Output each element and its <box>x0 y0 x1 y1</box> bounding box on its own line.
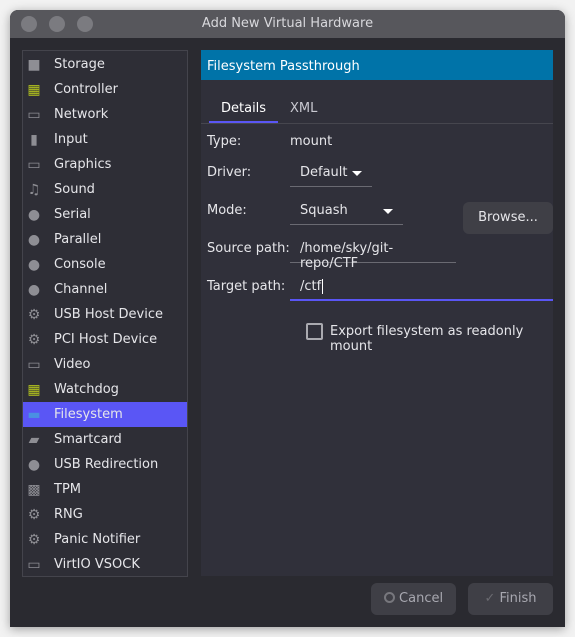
sidebar-item-graphics[interactable]: ▭ Graphics <box>23 152 187 177</box>
check-icon: ✓ <box>484 591 496 606</box>
driver-label: Driver: <box>207 165 252 180</box>
readonly-checkbox[interactable] <box>306 323 323 340</box>
sidebar-item-label: Storage <box>54 57 105 72</box>
source-path-value: /home/sky/git-repo/CTF <box>300 241 394 271</box>
network-icon: ▭ <box>27 556 41 573</box>
mode-value: Squash <box>300 203 348 218</box>
mouse-icon: ▮ <box>30 131 38 148</box>
readonly-label[interactable]: Export filesystem as readonly mount <box>330 324 553 354</box>
driver-dropdown[interactable]: Default <box>290 157 372 187</box>
storage-icon: ■ <box>27 56 41 73</box>
tab-details[interactable]: Details <box>209 101 279 123</box>
sidebar-item-input[interactable]: ▮ Input <box>23 127 187 152</box>
finish-button[interactable]: ✓ Finish <box>468 583 553 615</box>
cancel-button[interactable]: Cancel <box>371 583 456 615</box>
sidebar-item-label: Panic Notifier <box>54 532 141 547</box>
sidebar-item-smartcard[interactable]: ▰ Smartcard <box>23 427 187 452</box>
sidebar-item-label: Watchdog <box>54 382 119 397</box>
sidebar-item-pci-host-device[interactable]: ⚙ PCI Host Device <box>23 327 187 352</box>
sound-icon: ♫ <box>27 181 41 198</box>
driver-value: Default <box>300 165 348 180</box>
globe-icon: ● <box>27 206 41 223</box>
sidebar-item-label: Serial <box>54 207 91 222</box>
sidebar-item-label: Network <box>54 107 109 122</box>
sidebar-item-storage[interactable]: ■ Storage <box>23 52 187 77</box>
tab-xml[interactable]: XML <box>290 101 317 116</box>
sidebar-item-video[interactable]: ▭ Video <box>23 352 187 377</box>
sidebar-item-label: Video <box>54 357 91 372</box>
controller-icon: ▦ <box>27 381 41 398</box>
sidebar-item-watchdog[interactable]: ▦ Watchdog <box>23 377 187 402</box>
chip-icon: ▩ <box>27 481 41 498</box>
source-path-label: Source path: <box>207 241 290 256</box>
type-value: mount <box>290 134 333 149</box>
gear-icon: ⚙ <box>27 306 41 323</box>
sidebar-item-usb-host-device[interactable]: ⚙ USB Host Device <box>23 302 187 327</box>
sidebar-item-label: RNG <box>54 507 83 522</box>
mode-dropdown[interactable]: Squash <box>290 195 403 225</box>
sidebar-item-label: Input <box>54 132 88 147</box>
window-title: Add New Virtual Hardware <box>201 16 374 31</box>
gear-icon: ⚙ <box>27 506 41 523</box>
folder-icon: ▬ <box>27 406 41 423</box>
sidebar-item-parallel[interactable]: ● Parallel <box>23 227 187 252</box>
hardware-list[interactable]: ■ Storage ▦ Controller ▭ Network ▮ Input ▭ Graphi… <box>22 50 188 577</box>
gear-icon: ⚙ <box>27 531 41 548</box>
details-pane: Filesystem Passthrough Details XML Type:… <box>201 50 553 576</box>
sidebar-item-serial[interactable]: ● Serial <box>23 202 187 227</box>
browse-button[interactable]: Browse... <box>463 202 553 234</box>
sidebar-item-label: USB Host Device <box>54 307 164 322</box>
chevron-down-icon <box>352 171 362 176</box>
sidebar-item-label: USB Redirection <box>54 457 159 472</box>
sidebar-item-network[interactable]: ▭ Network <box>23 102 187 127</box>
dialog-window: Add New Virtual Hardware ■ Storage ▦ Contro… <box>10 10 565 627</box>
sidebar-item-filesystem[interactable]: ▬ Filesystem <box>23 402 187 427</box>
sidebar-item-label: Console <box>54 257 106 272</box>
sidebar-item-rng[interactable]: ⚙ RNG <box>23 502 187 527</box>
mode-label: Mode: <box>207 203 247 218</box>
sidebar-item-console[interactable]: ● Console <box>23 252 187 277</box>
globe-icon: ● <box>27 256 41 273</box>
globe-icon: ● <box>27 281 41 298</box>
monitor-icon: ▭ <box>27 156 41 173</box>
controller-icon: ▦ <box>27 81 41 98</box>
sidebar-item-virtio-vsock[interactable]: ▭ VirtIO VSOCK <box>23 552 187 577</box>
cancel-label: Cancel <box>399 591 444 606</box>
finish-label: Finish <box>499 591 537 606</box>
globe-icon: ● <box>27 231 41 248</box>
sidebar-item-label: Graphics <box>54 157 112 172</box>
sidebar-item-label: Filesystem <box>54 407 123 422</box>
tab-bar: Details XML <box>201 91 553 124</box>
sidebar-item-label: Sound <box>54 182 95 197</box>
target-path-value: /ctf <box>300 279 322 294</box>
sidebar-item-panic-notifier[interactable]: ⚙ Panic Notifier <box>23 527 187 552</box>
smartcard-icon: ▰ <box>28 431 40 448</box>
sidebar-item-channel[interactable]: ● Channel <box>23 277 187 302</box>
sidebar-item-label: VirtIO VSOCK <box>54 557 140 572</box>
target-path-label: Target path: <box>207 279 286 294</box>
sidebar-item-label: PCI Host Device <box>54 332 158 347</box>
text-cursor <box>322 279 324 294</box>
sidebar-item-label: Controller <box>54 82 118 97</box>
cancel-icon <box>383 592 395 603</box>
source-path-input[interactable]: /home/sky/git-repo/CTF <box>290 233 456 271</box>
target-path-input[interactable]: /ctf <box>290 271 553 301</box>
page-title: Filesystem Passthrough <box>201 50 553 80</box>
network-icon: ▭ <box>27 106 41 123</box>
title-bar: Add New Virtual Hardware <box>10 10 565 38</box>
monitor-icon: ▭ <box>27 356 41 373</box>
sidebar-item-usb-redirection[interactable]: ● USB Redirection <box>23 452 187 477</box>
chevron-down-icon <box>383 209 393 214</box>
sidebar-item-tpm[interactable]: ▩ TPM <box>23 477 187 502</box>
sidebar-item-label: TPM <box>54 482 81 497</box>
usb-icon: ● <box>27 456 41 473</box>
sidebar-item-sound[interactable]: ♫ Sound <box>23 177 187 202</box>
sidebar-item-label: Parallel <box>54 232 102 247</box>
sidebar-item-controller[interactable]: ▦ Controller <box>23 77 187 102</box>
sidebar-item-label: Channel <box>54 282 108 297</box>
gear-icon: ⚙ <box>27 331 41 348</box>
sidebar-item-label: Smartcard <box>54 432 122 447</box>
type-label: Type: <box>207 134 242 149</box>
